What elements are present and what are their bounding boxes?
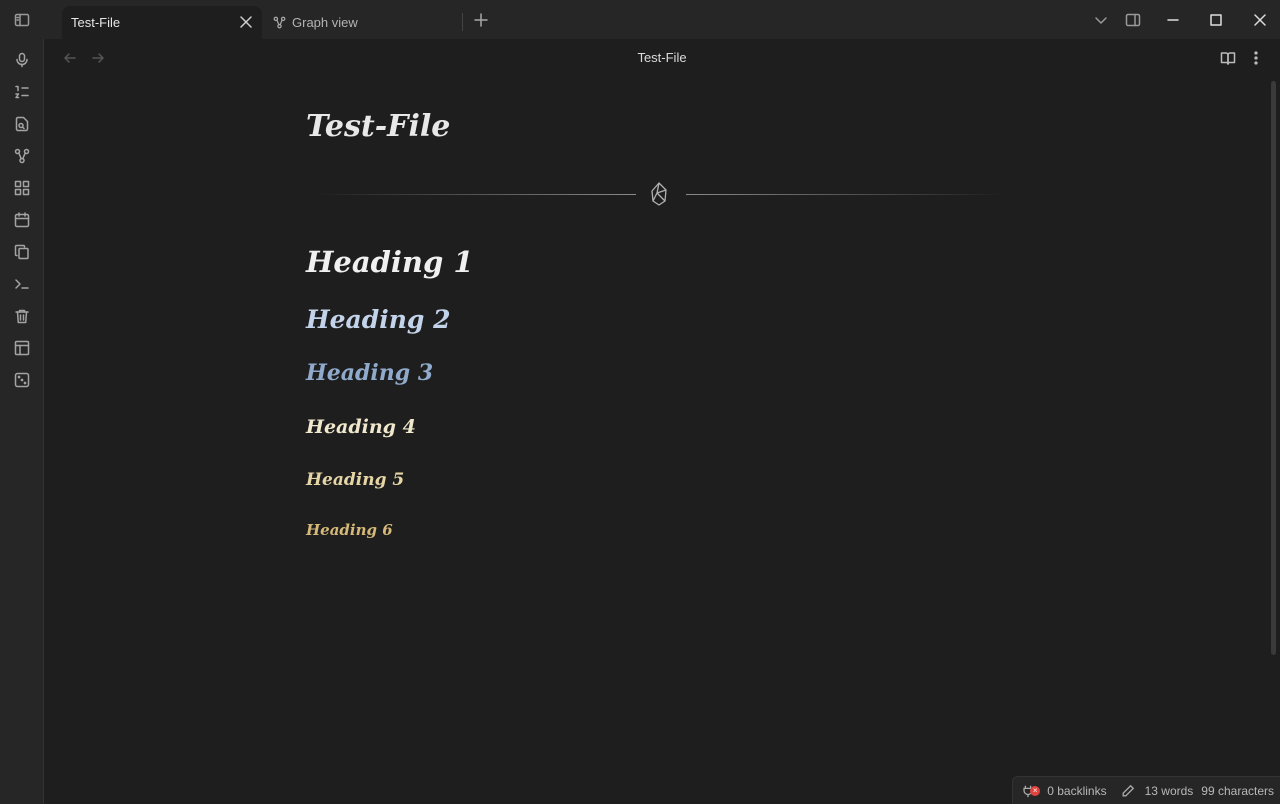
graph-icon[interactable] <box>12 146 32 166</box>
tab-label: Test-File <box>71 15 121 30</box>
sync-plug-error-icon[interactable]: × <box>1021 784 1041 798</box>
graph-icon <box>272 16 286 30</box>
dice-icon[interactable] <box>12 370 32 390</box>
backlinks-count[interactable]: 0 backlinks <box>1047 784 1106 798</box>
divider-line-left <box>316 194 636 195</box>
obsidian-gem-icon <box>648 181 670 207</box>
right-sidebar-toggle-icon[interactable] <box>1123 10 1143 30</box>
heading-4[interactable]: Heading 4 <box>306 416 416 438</box>
terminal-icon[interactable] <box>12 274 32 294</box>
close-tab-icon[interactable] <box>238 14 254 30</box>
minimize-icon[interactable] <box>1163 10 1183 30</box>
tab-test-file[interactable]: Test-File <box>62 6 262 39</box>
outline-icon[interactable] <box>12 82 32 102</box>
heading-3[interactable]: Heading 3 <box>306 360 433 386</box>
editor-pane: Test-File Test-File Heading 1 Heading 2 … <box>44 39 1280 804</box>
new-tab-icon[interactable] <box>472 11 490 29</box>
file-search-icon[interactable] <box>12 114 32 134</box>
copy-files-icon[interactable] <box>12 242 32 262</box>
tab-list-chevron-down-icon[interactable] <box>1092 11 1110 29</box>
tab-separator <box>462 13 463 31</box>
trash-icon[interactable] <box>12 306 32 326</box>
inline-title[interactable]: Test-File <box>306 109 450 144</box>
heading-1[interactable]: Heading 1 <box>306 245 474 279</box>
left-ribbon <box>0 39 44 804</box>
heading-2[interactable]: Heading 2 <box>306 305 450 334</box>
word-count: 13 words <box>1144 783 1194 798</box>
edit-pencil-icon[interactable] <box>1121 784 1135 798</box>
vertical-scrollbar[interactable] <box>1271 81 1276 655</box>
tab-graph-view[interactable]: Graph view <box>266 6 462 39</box>
heading-5[interactable]: Heading 5 <box>306 470 404 490</box>
close-window-icon[interactable] <box>1250 10 1270 30</box>
heading-6[interactable]: Heading 6 <box>306 521 393 539</box>
calendar-icon[interactable] <box>12 210 32 230</box>
microphone-icon[interactable] <box>12 50 32 70</box>
status-bar: × 0 backlinks 13 words 99 characters <box>1012 776 1280 804</box>
divider-line-right <box>686 194 1006 195</box>
error-badge-icon: × <box>1030 785 1041 796</box>
tab-label: Graph view <box>292 15 358 30</box>
layout-icon[interactable] <box>12 338 32 358</box>
view-header-title[interactable]: Test-File <box>44 50 1280 65</box>
canvas-grid-icon[interactable] <box>12 178 32 198</box>
maximize-icon[interactable] <box>1206 10 1226 30</box>
sidebar-toggle-icon[interactable] <box>12 10 32 30</box>
more-options-icon[interactable] <box>1247 49 1265 67</box>
title-bar: Test-File Graph view <box>0 0 1280 39</box>
character-count: 99 characters <box>1201 783 1274 798</box>
reading-view-book-icon[interactable] <box>1219 49 1237 67</box>
